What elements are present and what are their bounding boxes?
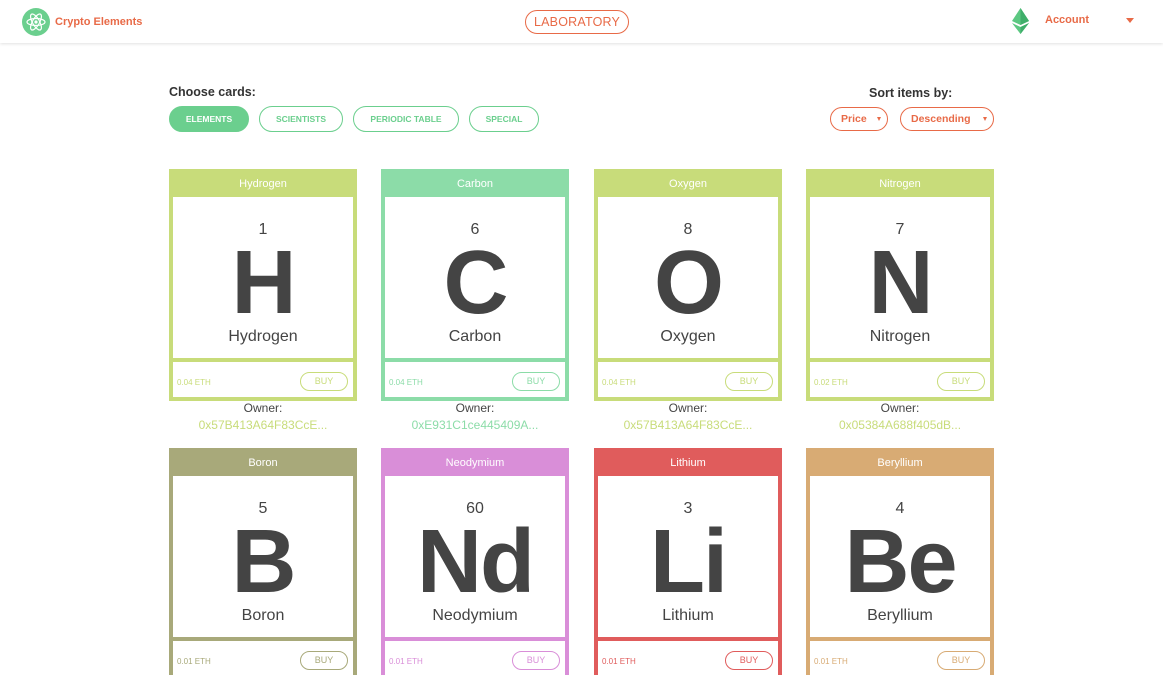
element-name: Neodymium bbox=[432, 607, 518, 624]
ethereum-icon bbox=[1012, 8, 1029, 39]
brand-link[interactable]: Crypto Elements bbox=[22, 8, 142, 36]
element-card[interactable]: Beryllium 4 Be Beryllium 0.01 ETH BUY bbox=[806, 448, 994, 675]
sort-field-select[interactable]: Price bbox=[830, 107, 888, 131]
sort-label: Sort items by: bbox=[869, 86, 953, 100]
card-type-filter: ELEMENTS SCIENTISTS PERIODIC TABLE SPECI… bbox=[169, 106, 549, 132]
element-symbol: Be bbox=[844, 512, 957, 612]
element-card[interactable]: Carbon 6 C Carbon 0.04 ETH BUY bbox=[381, 169, 569, 401]
card-title: Lithium bbox=[594, 448, 782, 476]
element-name: Beryllium bbox=[867, 607, 933, 624]
owner-label: Owner: bbox=[880, 401, 920, 415]
card-price: 0.02 ETH bbox=[814, 378, 848, 387]
element-symbol: Nd bbox=[417, 512, 535, 612]
element-symbol: B bbox=[231, 512, 297, 612]
element-name: Lithium bbox=[662, 607, 714, 624]
card-title: Beryllium bbox=[806, 448, 994, 476]
card-title: Nitrogen bbox=[806, 169, 994, 197]
element-card[interactable]: Nitrogen 7 N Nitrogen 0.02 ETH BUY bbox=[806, 169, 994, 401]
element-card[interactable]: Lithium 3 Li Lithium 0.01 ETH BUY bbox=[594, 448, 782, 675]
card-price: 0.01 ETH bbox=[177, 657, 211, 666]
owner-label: Owner: bbox=[243, 401, 283, 415]
owner-address-link[interactable]: 0x57B413A64F83CcE... bbox=[594, 418, 782, 432]
filter-periodic-table-button[interactable]: PERIODIC TABLE bbox=[353, 106, 459, 132]
top-navbar: Crypto Elements LABORATORY Account bbox=[0, 0, 1163, 43]
filter-elements-button[interactable]: ELEMENTS bbox=[169, 106, 249, 132]
element-symbol: Li bbox=[650, 512, 728, 612]
card-price: 0.01 ETH bbox=[602, 657, 636, 666]
card-price: 0.04 ETH bbox=[602, 378, 636, 387]
card-face: 6 C Carbon bbox=[385, 197, 565, 362]
card-title: Carbon bbox=[381, 169, 569, 197]
element-card[interactable]: Neodymium 60 Nd Neodymium 0.01 ETH BUY bbox=[381, 448, 569, 675]
element-name: Hydrogen bbox=[228, 328, 298, 345]
card-title: Neodymium bbox=[381, 448, 569, 476]
owner-address-link[interactable]: 0xE931C1ce445409A... bbox=[381, 418, 569, 432]
element-name: Carbon bbox=[448, 328, 502, 345]
element-name: Boron bbox=[241, 607, 285, 624]
element-symbol: N bbox=[868, 233, 934, 333]
card-face: 3 Li Lithium bbox=[598, 476, 778, 641]
element-symbol: H bbox=[231, 233, 297, 333]
card-price: 0.01 ETH bbox=[389, 657, 423, 666]
card-title: Oxygen bbox=[594, 169, 782, 197]
card-face: 5 B Boron bbox=[173, 476, 353, 641]
buy-button[interactable]: BUY bbox=[512, 372, 560, 391]
element-card[interactable]: Oxygen 8 O Oxygen 0.04 ETH BUY bbox=[594, 169, 782, 401]
buy-button[interactable]: BUY bbox=[725, 372, 773, 391]
account-menu[interactable]: Account bbox=[1045, 14, 1089, 26]
buy-button[interactable]: BUY bbox=[937, 651, 985, 670]
buy-button[interactable]: BUY bbox=[300, 651, 348, 670]
caret-down-icon bbox=[877, 117, 881, 121]
card-price: 0.01 ETH bbox=[814, 657, 848, 666]
card-price: 0.04 ETH bbox=[177, 378, 211, 387]
card-title: Boron bbox=[169, 448, 357, 476]
chevron-down-icon[interactable] bbox=[1126, 18, 1134, 23]
card-face: 4 Be Beryllium bbox=[810, 476, 990, 641]
filter-special-button[interactable]: SPECIAL bbox=[469, 106, 539, 132]
buy-button[interactable]: BUY bbox=[512, 651, 560, 670]
choose-cards-label: Choose cards: bbox=[169, 85, 256, 99]
element-name: Nitrogen bbox=[869, 328, 931, 345]
element-card[interactable]: Boron 5 B Boron 0.01 ETH BUY bbox=[169, 448, 357, 675]
card-face: 7 N Nitrogen bbox=[810, 197, 990, 362]
card-price: 0.04 ETH bbox=[389, 378, 423, 387]
element-symbol: C bbox=[443, 233, 509, 333]
buy-button[interactable]: BUY bbox=[725, 651, 773, 670]
card-face: 60 Nd Neodymium bbox=[385, 476, 565, 641]
buy-button[interactable]: BUY bbox=[300, 372, 348, 391]
sort-field-value: Price bbox=[841, 113, 867, 125]
owner-address-link[interactable]: 0x05384A688f405dB... bbox=[806, 418, 994, 432]
card-title: Hydrogen bbox=[169, 169, 357, 197]
element-name: Oxygen bbox=[660, 328, 716, 345]
atom-logo-icon bbox=[22, 8, 50, 36]
owner-label: Owner: bbox=[455, 401, 495, 415]
element-card[interactable]: Hydrogen 1 H Hydrogen 0.04 ETH BUY bbox=[169, 169, 357, 401]
owner-label: Owner: bbox=[668, 401, 708, 415]
laboratory-button[interactable]: LABORATORY bbox=[525, 10, 629, 34]
caret-down-icon bbox=[983, 117, 987, 121]
buy-button[interactable]: BUY bbox=[937, 372, 985, 391]
card-face: 1 H Hydrogen bbox=[173, 197, 353, 362]
owner-address-link[interactable]: 0x57B413A64F83CcE... bbox=[169, 418, 357, 432]
sort-order-value: Descending bbox=[911, 113, 971, 125]
element-symbol: O bbox=[653, 233, 724, 333]
sort-order-select[interactable]: Descending bbox=[900, 107, 994, 131]
card-face: 8 O Oxygen bbox=[598, 197, 778, 362]
brand-name: Crypto Elements bbox=[55, 16, 143, 28]
filter-scientists-button[interactable]: SCIENTISTS bbox=[259, 106, 343, 132]
